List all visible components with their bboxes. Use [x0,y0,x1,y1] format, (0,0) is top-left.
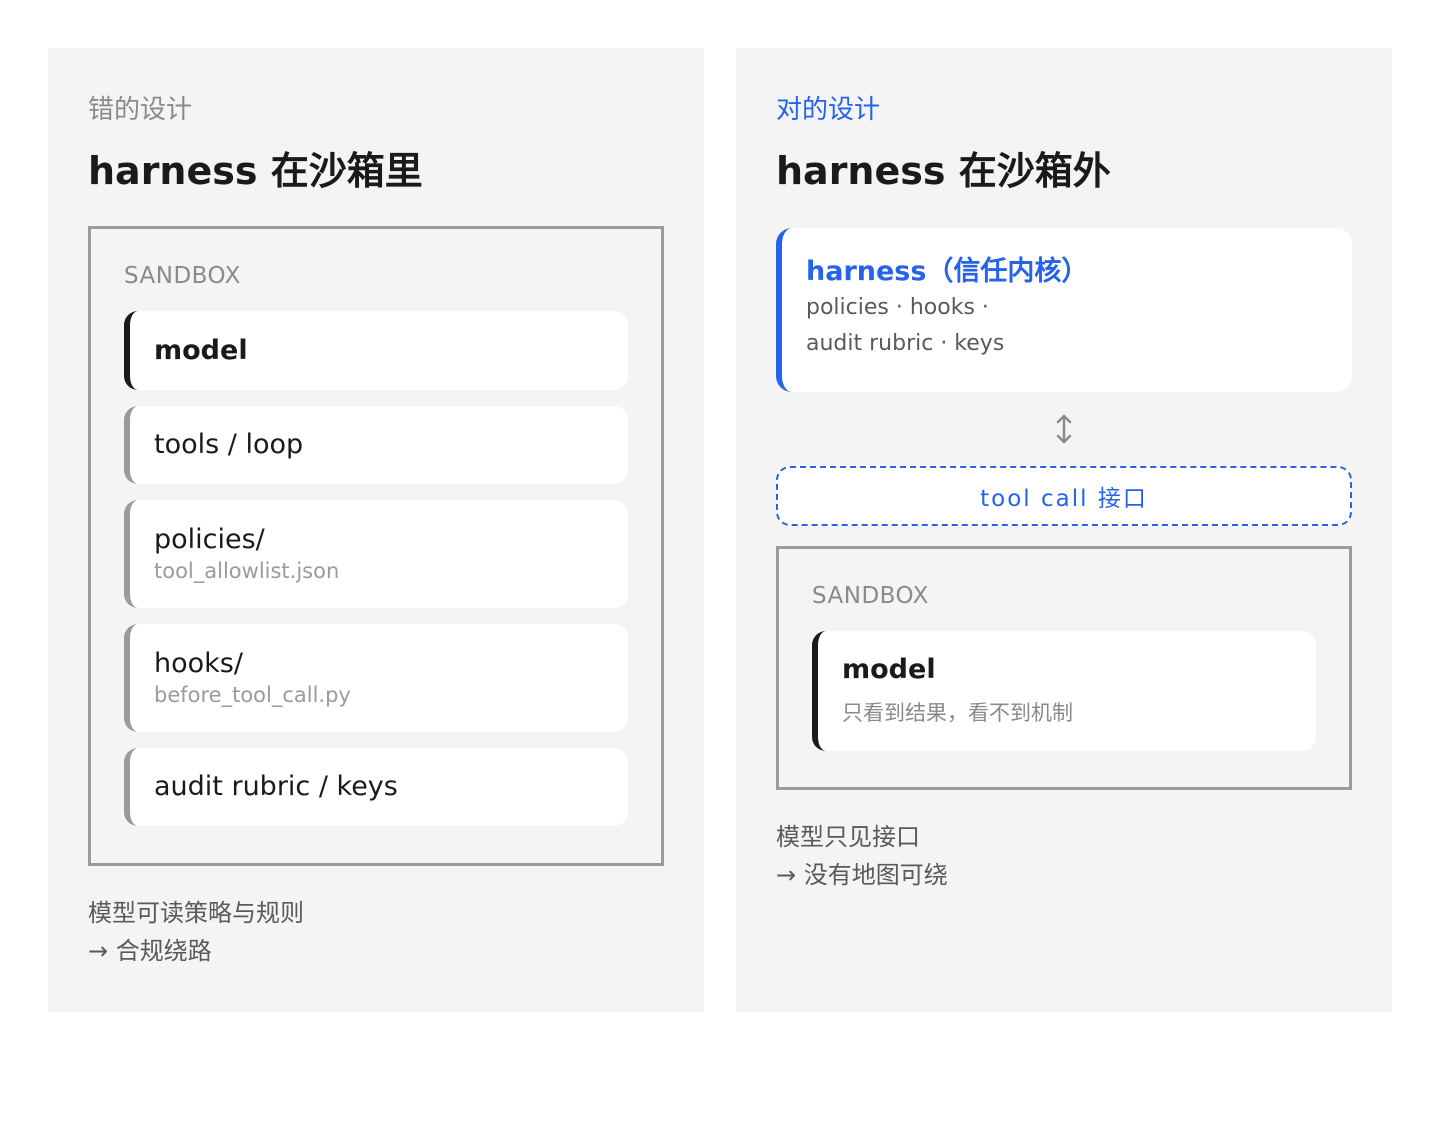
right-design-eyebrow: 对的设计 [776,95,881,125]
harness-kernel-line1: policies · hooks · [806,295,989,320]
audit-keys-card: audit rubric / keys [124,748,628,826]
policies-card-file: tool_allowlist.json [154,559,340,583]
up-down-arrow-icon [1054,413,1074,445]
wrong-design-caption-line2: → 合规绕路 [88,937,212,965]
model-card: model [124,311,628,390]
sandbox-label: SANDBOX [812,583,929,609]
wrong-design-panel: 错的设计 harness 在沙箱里 SANDBOX model tools / … [48,48,704,1012]
wrong-design-eyebrow: 错的设计 [88,95,193,125]
right-design-caption-line1: 模型只见接口 [776,823,920,851]
right-design-caption-line2: → 没有地图可绕 [776,861,948,889]
harness-kernel-card: harness（信任内核） policies · hooks · audit r… [776,228,1352,392]
model-card-title: model [154,334,248,366]
wrong-design-headline: harness 在沙箱里 [88,149,423,193]
wrong-design-caption-line1: 模型可读策略与规则 [88,899,304,927]
harness-kernel-title: harness（信任内核） [806,256,1089,287]
tools-loop-card-title: tools / loop [154,429,304,460]
model-card-note: 只看到结果，看不到机制 [842,701,1073,725]
sandbox-box: SANDBOX model tools / loop policies/ too… [88,226,664,866]
policies-card-title: policies/ [154,524,265,555]
wrong-design-caption: 模型可读策略与规则 → 合规绕路 [88,894,664,970]
hooks-card-file: before_tool_call.py [154,683,351,707]
tool-call-interface: tool call 接口 [776,466,1352,526]
hooks-card: hooks/ before_tool_call.py [124,624,628,732]
right-design-headline: harness 在沙箱外 [776,149,1111,193]
tools-loop-card: tools / loop [124,406,628,484]
harness-kernel-line2: audit rubric · keys [806,331,1005,356]
connector [776,392,1352,466]
audit-keys-card-title: audit rubric / keys [154,771,398,802]
model-card: model 只看到结果，看不到机制 [812,631,1316,751]
sandbox-box: SANDBOX model 只看到结果，看不到机制 [776,546,1352,790]
sandbox-card-list: model tools / loop policies/ tool_allowl… [124,311,628,826]
hooks-card-title: hooks/ [154,648,243,679]
right-design-caption: 模型只见接口 → 没有地图可绕 [776,818,1352,894]
right-design-panel: 对的设计 harness 在沙箱外 harness（信任内核） policies… [736,48,1392,1012]
policies-card: policies/ tool_allowlist.json [124,500,628,608]
sandbox-label: SANDBOX [124,263,241,289]
model-card-title: model [842,654,936,685]
